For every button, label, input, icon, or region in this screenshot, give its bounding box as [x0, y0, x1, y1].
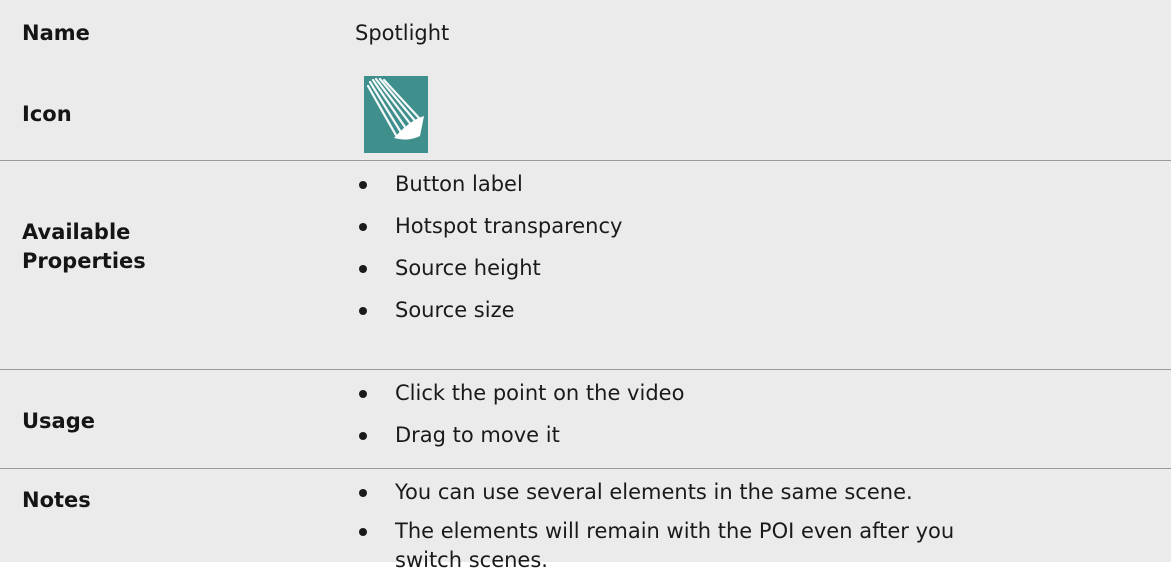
bullet-icon — [359, 265, 367, 273]
list-item: Button label — [355, 170, 1135, 199]
properties-list: Button label Hotspot transparency Source… — [355, 170, 1135, 338]
name-value: Spotlight — [355, 21, 450, 45]
row-icon: Icon — [0, 66, 1171, 161]
bullet-icon — [359, 432, 367, 440]
usage-list: Click the point on the video Drag to mov… — [355, 379, 1135, 463]
list-item: Drag to move it — [355, 421, 1135, 450]
spotlight-icon — [364, 76, 428, 153]
bullet-icon — [359, 307, 367, 315]
list-item: Source size — [355, 296, 1135, 325]
properties-table: Name Spotlight Icon Available Properties — [0, 0, 1171, 572]
available-properties-label: Available Properties — [22, 220, 146, 273]
name-label: Name — [22, 21, 90, 45]
bullet-icon — [359, 181, 367, 189]
notes-label: Notes — [22, 488, 91, 512]
list-item: The elements will remain with the POI ev… — [355, 517, 995, 575]
icon-label: Icon — [22, 102, 72, 126]
list-item: Hotspot transparency — [355, 212, 1135, 241]
usage-label: Usage — [22, 409, 95, 433]
bullet-icon — [359, 489, 367, 497]
list-item: Click the point on the video — [355, 379, 1135, 408]
row-name: Name Spotlight — [0, 0, 1171, 66]
row-available-properties: Available Properties Button label Hotspo… — [0, 161, 1171, 370]
bullet-icon — [359, 390, 367, 398]
row-notes: Notes You can use several elements in th… — [0, 469, 1171, 572]
notes-list: You can use several elements in the same… — [355, 478, 1135, 585]
row-usage: Usage Click the point on the video Drag … — [0, 370, 1171, 469]
list-item: Source height — [355, 254, 1135, 283]
bullet-icon — [359, 528, 367, 536]
list-item: You can use several elements in the same… — [355, 478, 1135, 507]
bullet-icon — [359, 223, 367, 231]
